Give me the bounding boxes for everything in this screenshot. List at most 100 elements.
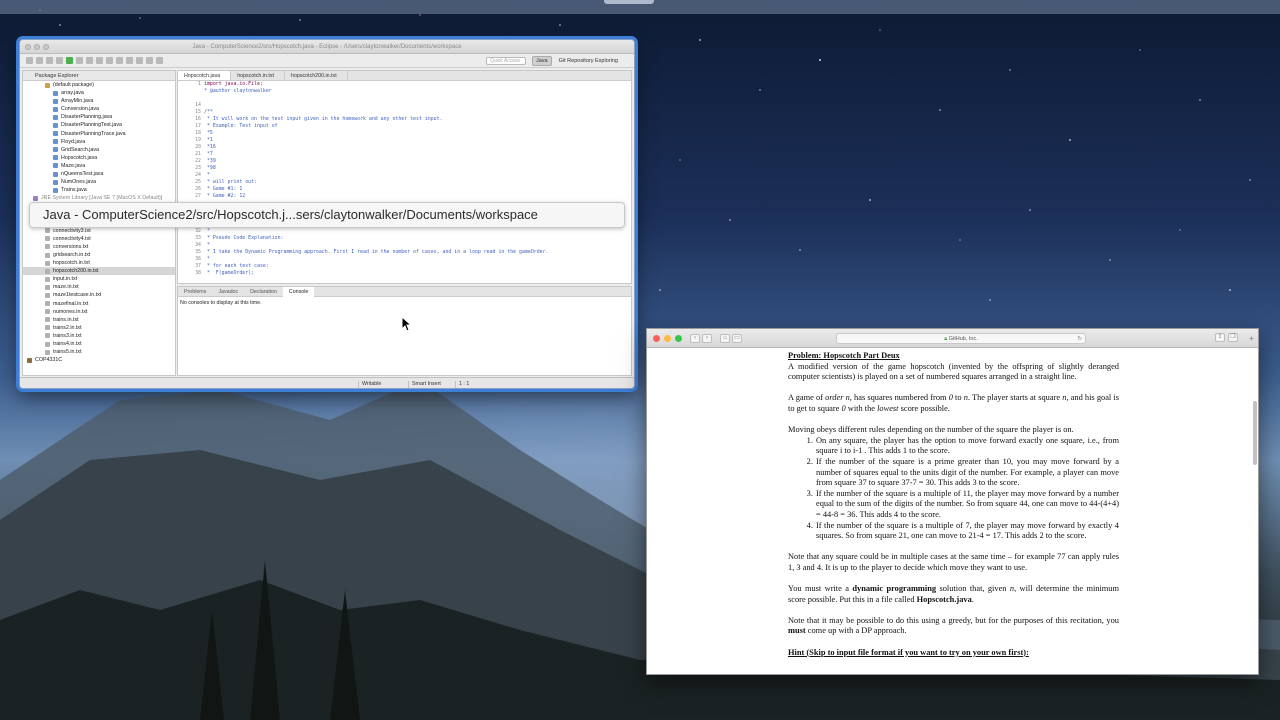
run-icon[interactable]: [66, 57, 73, 64]
package-item[interactable]: gridsearch.in.txt: [23, 251, 175, 259]
tab-hopscotch-in[interactable]: hopscotch.in.txt: [231, 71, 286, 80]
package-item[interactable]: trains3.in.txt: [23, 332, 175, 340]
line-number: 19: [195, 137, 201, 143]
menu-bar-item[interactable]: [604, 0, 654, 4]
code-line: [182, 95, 631, 102]
next-annotation-icon[interactable]: [126, 57, 133, 64]
reload-icon[interactable]: ↻: [1077, 334, 1082, 344]
zoom-button[interactable]: [675, 334, 682, 342]
package-item[interactable]: trains2.in.txt: [23, 324, 175, 332]
code-text: * F(gameOrder);: [204, 270, 255, 276]
text-file-icon: [45, 325, 50, 331]
status-cursor-position: 1 : 1: [455, 381, 469, 388]
home-icon[interactable]: ⌂: [720, 333, 730, 343]
package-item[interactable]: (default package): [23, 81, 175, 89]
new-icon[interactable]: [26, 57, 33, 64]
sidebar-icon[interactable]: ▭: [732, 333, 742, 343]
package-item[interactable]: conversions.txt: [23, 243, 175, 251]
package-item[interactable]: ArrayMin.java: [23, 97, 175, 105]
perspective-java[interactable]: Java: [532, 56, 552, 66]
back-icon[interactable]: ‹: [690, 333, 700, 343]
package-item[interactable]: DisasterPlanningTest.java: [23, 121, 175, 129]
package-item[interactable]: Floyd.java: [23, 138, 175, 146]
close-button[interactable]: [653, 334, 660, 342]
minimize-button[interactable]: [664, 334, 671, 342]
package-item[interactable]: GridSearch.java: [23, 146, 175, 154]
package-item[interactable]: Maze.java: [23, 162, 175, 170]
quick-access-field[interactable]: Quick Access: [486, 57, 526, 65]
package-item[interactable]: numones.in.txt: [23, 308, 175, 316]
tab-hopscotch200-in[interactable]: hopscotch200.in.txt: [285, 71, 348, 80]
package-item[interactable]: NumOnes.java: [23, 178, 175, 186]
code-line: 32 *: [182, 228, 631, 235]
package-item[interactable]: nQueensTest.java: [23, 170, 175, 178]
forward-icon[interactable]: ›: [702, 333, 712, 343]
tab-declaration[interactable]: Declaration: [244, 287, 283, 297]
perspective-git[interactable]: Git Repository Exploring: [556, 57, 621, 65]
perspective-switcher: Java Git Repository Exploring: [532, 56, 621, 66]
new-tab-icon[interactable]: +: [1247, 335, 1256, 344]
share-icon[interactable]: ⇪: [1215, 333, 1225, 342]
package-item[interactable]: Hopscotch.java: [23, 154, 175, 162]
text-run: Note that it may be possible to do this …: [788, 615, 1119, 625]
package-item[interactable]: maze.in.txt: [23, 283, 175, 291]
safari-nav-extra: ⌂ ▭: [720, 333, 742, 343]
line-number: 38: [195, 270, 201, 276]
text-run: order n: [825, 393, 850, 403]
code-text: * Game #2: 12: [204, 193, 246, 199]
save-icon[interactable]: [36, 57, 43, 64]
line-number: 16: [195, 116, 201, 122]
package-icon: [45, 82, 50, 88]
package-item[interactable]: trains5.in.txt: [23, 348, 175, 356]
status-bar: Writable Smart Insert 1 : 1: [20, 377, 634, 388]
java-file-icon: [53, 98, 58, 104]
package-item[interactable]: Trains.java: [23, 186, 175, 194]
package-item[interactable]: Conversion.java: [23, 105, 175, 113]
package-item[interactable]: COP4331C: [23, 356, 175, 364]
text-run: Hopscotch.java: [916, 594, 972, 604]
code-text: *98: [204, 165, 216, 171]
code-line: 24 *: [182, 172, 631, 179]
rule-item: If the number of the square is a prime g…: [815, 457, 1119, 489]
search-icon[interactable]: [116, 57, 123, 64]
open-type-icon[interactable]: [106, 57, 113, 64]
forward-icon[interactable]: [156, 57, 163, 64]
greedy-note-paragraph: Note that it may be possible to do this …: [788, 616, 1119, 637]
package-item[interactable]: trains.in.txt: [23, 316, 175, 324]
package-item[interactable]: DisasterPlanning.java: [23, 113, 175, 121]
text-file-icon: [45, 244, 50, 250]
code-text: *16: [204, 144, 216, 150]
back-icon[interactable]: [146, 57, 153, 64]
package-item[interactable]: input.in.txt: [23, 275, 175, 283]
game-order-paragraph: A game of order n, has squares numbered …: [788, 393, 1119, 414]
tab-javadoc[interactable]: Javadoc: [212, 287, 244, 297]
problem-document: Problem: Hopscotch Part Deux A modified …: [788, 351, 1119, 658]
package-item-label: DisasterPlanningTrace.java: [61, 130, 126, 137]
package-item[interactable]: mazefinal.in.txt: [23, 300, 175, 308]
package-explorer-title[interactable]: Package Explorer: [35, 73, 78, 79]
package-item[interactable]: connectivity4.txt: [23, 235, 175, 243]
new-package-icon[interactable]: [86, 57, 93, 64]
scrollbar[interactable]: [1253, 401, 1257, 465]
tabs-overview-icon[interactable]: ❐: [1228, 333, 1238, 342]
tab-hopscotch-java[interactable]: Hopscotch.java: [178, 71, 232, 80]
code-text: *: [204, 228, 210, 234]
address-bar[interactable]: 🔒︎ GitHub, Inc. ↻: [836, 333, 1086, 344]
package-item[interactable]: trains4.in.txt: [23, 340, 175, 348]
package-item[interactable]: hopscotch200.in.txt: [23, 267, 175, 276]
package-item[interactable]: DisasterPlanningTrace.java: [23, 130, 175, 138]
debug-icon[interactable]: [56, 57, 63, 64]
code-text: * for each test case:: [204, 263, 269, 269]
tab-problems[interactable]: Problems: [178, 287, 212, 297]
package-item[interactable]: array.java: [23, 89, 175, 97]
external-tools-icon[interactable]: [76, 57, 83, 64]
code-area[interactable]: 1 import java.io.File; * @author claytonwa…: [178, 81, 631, 277]
print-icon[interactable]: [46, 57, 53, 64]
tab-console[interactable]: Console: [282, 286, 315, 297]
line-number: 21: [195, 151, 201, 157]
code-text: *: [204, 172, 210, 178]
new-class-icon[interactable]: [96, 57, 103, 64]
prev-annotation-icon[interactable]: [136, 57, 143, 64]
package-item[interactable]: hopscotch.in.txt: [23, 259, 175, 267]
package-item[interactable]: maze1testcase.in.txt: [23, 291, 175, 299]
